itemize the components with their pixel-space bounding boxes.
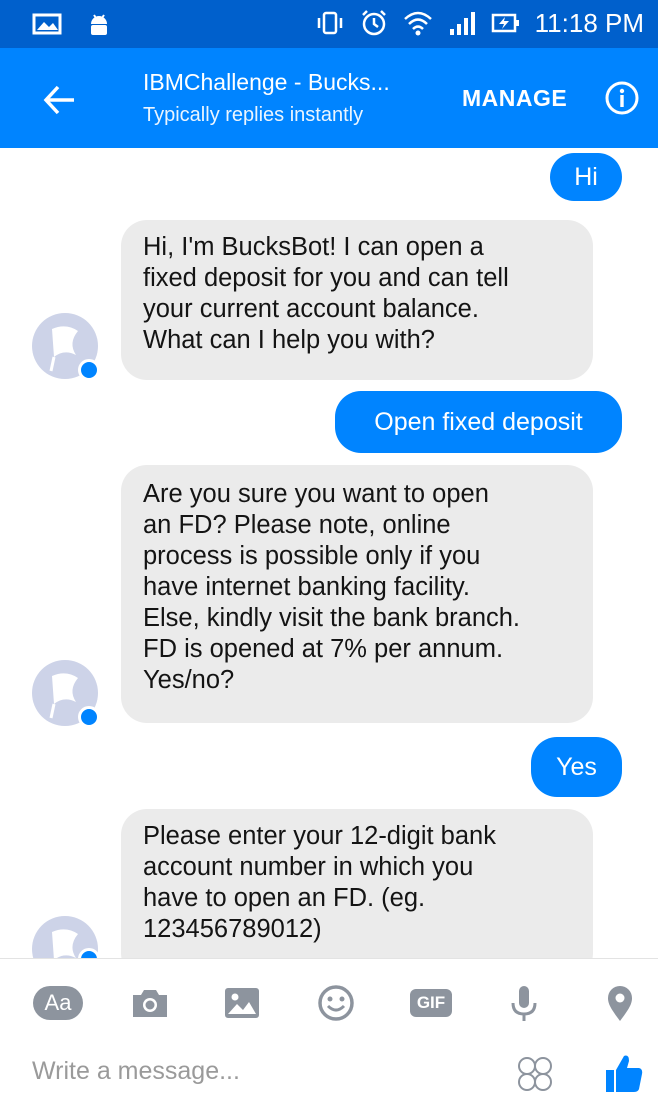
conversation-title-group[interactable]: IBMChallenge - Bucks... Typically replie… bbox=[143, 68, 443, 128]
conversation-subtitle: Typically replies instantly bbox=[143, 104, 364, 126]
incoming-message[interactable]: Are you sure you want to open an FD? Ple… bbox=[121, 465, 593, 723]
vibrate-icon bbox=[317, 11, 342, 35]
wifi-icon bbox=[403, 11, 432, 36]
message-list[interactable]: Hi Hi, I'm BucksBot! I can open a fixed … bbox=[0, 148, 658, 958]
image-icon[interactable] bbox=[220, 981, 264, 1025]
outgoing-message[interactable]: Yes bbox=[531, 737, 622, 797]
conversation-header: IBMChallenge - Bucks... Typically replie… bbox=[0, 48, 658, 148]
incoming-message[interactable]: Hi, I'm BucksBot! I can open a fixed dep… bbox=[121, 220, 593, 380]
text-mode-button[interactable]: Aa bbox=[32, 981, 84, 1025]
outgoing-message[interactable]: Hi bbox=[550, 153, 622, 201]
alarm-icon bbox=[361, 10, 386, 36]
emoji-icon[interactable] bbox=[314, 981, 358, 1025]
info-icon[interactable] bbox=[604, 80, 640, 116]
conversation-title: IBMChallenge - Bucks... bbox=[143, 69, 390, 95]
camera-icon[interactable] bbox=[128, 981, 172, 1025]
status-time: 11:18 PM bbox=[534, 8, 644, 38]
battery-charging-icon bbox=[491, 13, 519, 33]
microphone-icon[interactable] bbox=[502, 981, 546, 1025]
sticker-icon[interactable] bbox=[515, 1054, 555, 1094]
thumbs-up-icon[interactable] bbox=[604, 1052, 644, 1094]
message-composer: Aa GIF bbox=[0, 958, 658, 1099]
arrow-left-icon[interactable] bbox=[38, 78, 82, 122]
android-icon bbox=[91, 14, 107, 35]
incoming-message[interactable]: Please enter your 12-digit bank account … bbox=[121, 809, 593, 958]
outgoing-message[interactable]: Open fixed deposit bbox=[335, 391, 622, 453]
text-mode-label: Aa bbox=[44, 990, 72, 1015]
gif-label: GIF bbox=[416, 993, 446, 1012]
messenger-badge-icon bbox=[78, 706, 100, 728]
status-bar: 11:18 PM bbox=[0, 0, 658, 48]
location-icon[interactable] bbox=[598, 981, 642, 1025]
gif-button[interactable]: GIF bbox=[408, 981, 454, 1025]
manage-button[interactable]: MANAGE bbox=[462, 84, 567, 112]
messenger-badge-icon bbox=[78, 359, 100, 381]
signal-icon bbox=[449, 12, 475, 35]
message-input[interactable] bbox=[32, 1051, 472, 1091]
gallery-icon bbox=[32, 13, 62, 35]
